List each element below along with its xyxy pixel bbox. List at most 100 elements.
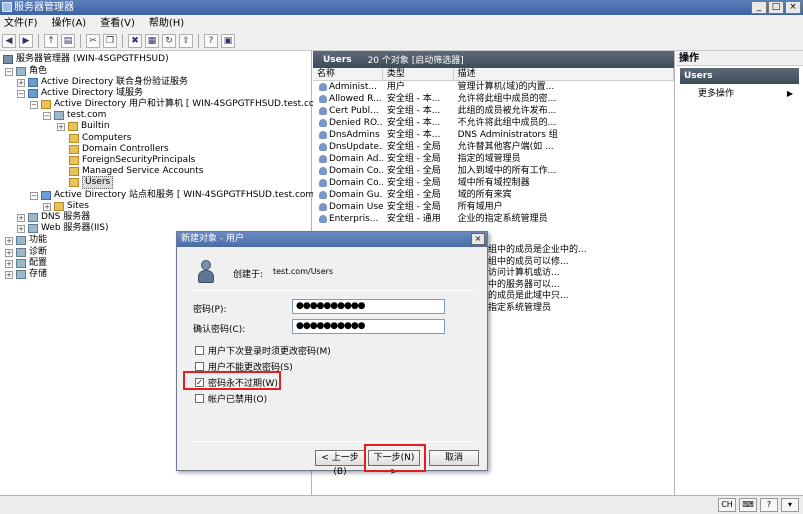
list-item[interactable]: Domain Users安全组 - 全局 所有域用户: [313, 201, 674, 213]
tree-label: Active Directory 联合身份验证服务: [41, 77, 189, 87]
tree-node-domain-controllers[interactable]: Domain Controllers: [69, 144, 169, 155]
list-item[interactable]: Denied RO... 安全组 - 本... 不允许将此组中成员的...: [313, 117, 674, 129]
expand-icon[interactable]: +: [17, 224, 25, 233]
tree-node-server-manager[interactable]: 服务器管理器 (WIN-4SGPGTFHSUD): [3, 54, 169, 65]
tree-node-adfs[interactable]: + Active Directory 联合身份验证服务: [17, 77, 188, 88]
checkbox-box[interactable]: [195, 346, 204, 355]
menu-view[interactable]: 查看(V): [100, 15, 135, 32]
tree-node-web[interactable]: + Web 服务器(IIS): [17, 223, 109, 234]
list-item[interactable]: Domain Gu... 安全组 - 全局 域的所有来宾: [313, 189, 674, 201]
list-item[interactable]: Enterpris... 安全组 - 通用 企业的指定系统管理员: [313, 213, 674, 225]
checkbox-must-change-password[interactable]: 用户下次登录时须更改密码(M): [195, 344, 331, 357]
up-folder-icon[interactable]: ↑: [44, 34, 58, 48]
row-type: 安全组 - 本...: [386, 106, 441, 116]
tree-node-sites[interactable]: + Sites: [43, 201, 89, 212]
help-tray-icon[interactable]: ?: [760, 498, 778, 512]
help-icon[interactable]: ?: [204, 34, 218, 48]
menu-file[interactable]: 文件(F): [4, 15, 38, 32]
tree-node-computers[interactable]: Computers: [69, 133, 131, 144]
tree-node-diagnostics[interactable]: + 诊断: [5, 247, 47, 258]
expand-icon[interactable]: +: [43, 202, 51, 211]
dialog-title-bar: 新建对象 - 用户 ×: [177, 232, 487, 247]
folder-icon: [69, 145, 79, 154]
expand-icon[interactable]: +: [5, 270, 13, 279]
list-item[interactable]: DnsAdmins 安全组 - 本... DNS Administrators 组: [313, 129, 674, 141]
tree-node-dns[interactable]: + DNS 服务器: [17, 212, 90, 223]
expand-icon[interactable]: +: [5, 259, 13, 268]
tree-node-users[interactable]: Users: [69, 176, 114, 189]
tree-node-sites-services[interactable]: − Active Directory 站点和服务 [ WIN-4SGPGTFHS…: [30, 190, 321, 201]
forward-icon[interactable]: ▶: [19, 34, 33, 48]
expand-icon[interactable]: +: [5, 236, 13, 245]
cancel-button[interactable]: 取消: [429, 450, 479, 466]
collapse-icon[interactable]: −: [30, 191, 38, 200]
tree-node-storage[interactable]: + 存储: [5, 269, 47, 280]
list-item[interactable]: Domain Co... 安全组 - 全局 域中所有域控制器: [313, 177, 674, 189]
properties-icon[interactable]: ▦: [145, 34, 159, 48]
tree-label: Web 服务器(IIS): [41, 223, 109, 233]
window-controls: _ □ ×: [751, 1, 801, 14]
expand-icon[interactable]: +: [17, 213, 25, 222]
results-list: Administ... 用户 管理计算机(域)的内置... Allowed R... 安…: [313, 81, 674, 225]
new-user-dialog: 新建对象 - 用户 × 创建于: test.com/Users 密码(P): ●…: [176, 231, 488, 477]
cut-icon[interactable]: ✂: [86, 34, 100, 48]
actions-group-users[interactable]: Users: [680, 68, 799, 84]
results-count[interactable]: 20 个对象 [启动筛选器]: [368, 53, 464, 66]
aduc-icon: [41, 100, 51, 109]
tree-node-features[interactable]: + 功能: [5, 235, 47, 246]
tree-node-roles[interactable]: − 角色: [5, 66, 47, 77]
row-name: DnsUpdate...: [329, 142, 383, 152]
delete-icon[interactable]: ✖: [128, 34, 142, 48]
export-icon[interactable]: ⇪: [179, 34, 193, 48]
expand-icon[interactable]: +: [5, 248, 13, 257]
domain-icon: [54, 111, 64, 120]
list-item[interactable]: Domain Ad... 安全组 - 全局 指定的域管理员: [313, 153, 674, 165]
list-item[interactable]: Administ... 用户 管理计算机(域)的内置...: [313, 81, 674, 93]
confirm-password-field[interactable]: ●●●●●●●●●●: [292, 319, 445, 334]
list-item[interactable]: Allowed R... 安全组 - 本... 允许将此组中成员的密...: [313, 93, 674, 105]
more-actions-item[interactable]: 更多操作 ▶: [676, 88, 803, 100]
console-icon[interactable]: ▣: [221, 34, 235, 48]
tree-node-configuration[interactable]: + 配置: [5, 258, 47, 269]
tree-node-aduc[interactable]: − Active Directory 用户和计算机 [ WIN-4SGPGTFH…: [30, 99, 330, 110]
status-bar: CH ⌨ ? ▾: [0, 495, 803, 514]
language-indicator[interactable]: CH: [718, 498, 736, 512]
dialog-close-button[interactable]: ×: [471, 233, 485, 245]
list-item[interactable]: DnsUpdate... 安全组 - 全局 允许替其他客户端(如 ...: [313, 141, 674, 153]
close-button[interactable]: ×: [785, 1, 801, 14]
expand-icon[interactable]: +: [57, 122, 65, 131]
toolbar-divider: [198, 34, 199, 48]
back-icon[interactable]: ◀: [2, 34, 16, 48]
checkbox-box[interactable]: [195, 362, 204, 371]
tree-node-fsp[interactable]: ForeignSecurityPrincipals: [69, 155, 195, 166]
maximize-button[interactable]: □: [768, 1, 784, 14]
password-field[interactable]: ●●●●●●●●●●: [292, 299, 445, 314]
column-type[interactable]: 类型: [383, 68, 454, 80]
collapse-icon[interactable]: −: [43, 111, 51, 120]
list-item[interactable]: Cert Publ... 安全组 - 本... 此组的成员被允许发布...: [313, 105, 674, 117]
column-description[interactable]: 描述: [454, 68, 674, 80]
show-tree-icon[interactable]: ▤: [61, 34, 75, 48]
expand-icon[interactable]: +: [17, 78, 25, 87]
minimize-button[interactable]: _: [751, 1, 767, 14]
back-button[interactable]: < 上一步(B): [315, 450, 365, 477]
tree-node-domain[interactable]: − test.com: [43, 110, 106, 121]
collapse-icon[interactable]: −: [17, 89, 25, 98]
checkbox-account-disabled[interactable]: 帐户已禁用(O): [195, 392, 267, 405]
menu-action[interactable]: 操作(A): [52, 15, 87, 32]
keyboard-icon[interactable]: ⌨: [739, 498, 757, 512]
dialog-divider: [191, 441, 475, 442]
group-icon: [319, 143, 327, 151]
tray-options-icon[interactable]: ▾: [781, 498, 799, 512]
collapse-icon[interactable]: −: [30, 100, 38, 109]
refresh-icon[interactable]: ↻: [162, 34, 176, 48]
checkbox-box[interactable]: [195, 394, 204, 403]
copy-icon[interactable]: ❐: [103, 34, 117, 48]
tree-node-builtin[interactable]: + Builtin: [57, 121, 110, 132]
list-item[interactable]: Domain Co... 安全组 - 全局 加入到域中的所有工作...: [313, 165, 674, 177]
menu-help[interactable]: 帮助(H): [149, 15, 184, 32]
tree-node-adds[interactable]: − Active Directory 域服务: [17, 88, 143, 99]
collapse-icon[interactable]: −: [5, 67, 13, 76]
column-name[interactable]: 名称: [313, 68, 383, 80]
row-name: Allowed R...: [329, 94, 382, 104]
